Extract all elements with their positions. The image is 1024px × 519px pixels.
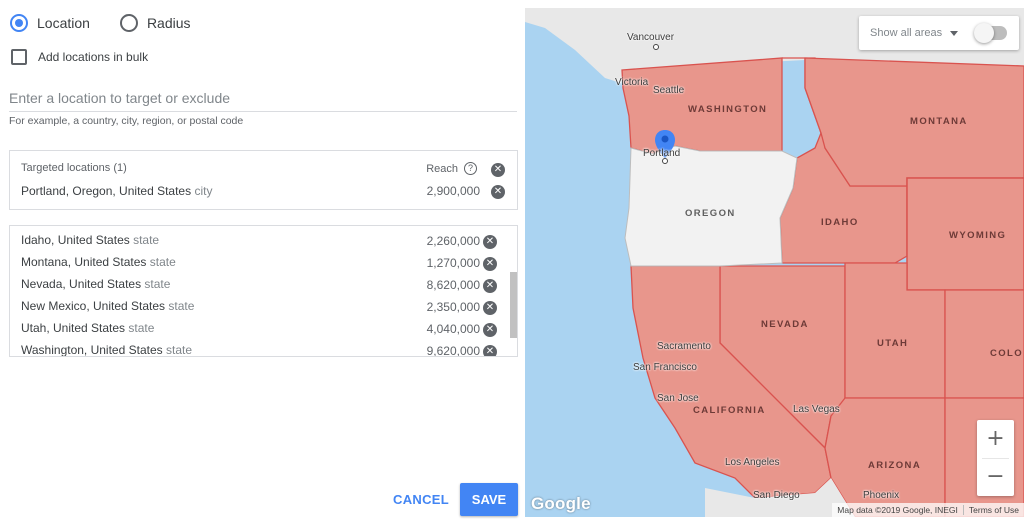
location-name: Montana, United States bbox=[21, 255, 147, 269]
excluded-location-row: New Mexico, United States state bbox=[21, 299, 194, 313]
excluded-location-row: Utah, United States state bbox=[21, 321, 154, 335]
bulk-add-row: Add locations in bulk bbox=[11, 49, 148, 65]
bulk-add-label[interactable]: Add locations in bulk bbox=[38, 50, 148, 64]
map-canvas bbox=[525, 8, 1024, 517]
location-type: state bbox=[149, 255, 176, 269]
excluded-location-row: Montana, United States state bbox=[21, 255, 176, 269]
oregon-shape bbox=[624, 145, 798, 267]
reach-header: Reach ? bbox=[426, 162, 477, 175]
remove-location-icon[interactable]: ✕ bbox=[483, 323, 497, 337]
portland-pin-center bbox=[661, 135, 669, 143]
location-name: Idaho, United States bbox=[21, 233, 130, 247]
remove-location-icon[interactable]: ✕ bbox=[491, 185, 505, 199]
phoenix-label: Phoenix bbox=[863, 490, 900, 501]
reach-label: Reach bbox=[426, 162, 458, 175]
colorado-label: COLO bbox=[990, 348, 1024, 359]
remove-location-icon[interactable]: ✕ bbox=[483, 235, 497, 249]
location-search-input[interactable] bbox=[9, 84, 517, 112]
remove-location-icon[interactable]: ✕ bbox=[483, 301, 497, 315]
radius-radio-label[interactable]: Radius bbox=[147, 15, 191, 31]
victoria-label: Victoria bbox=[615, 77, 649, 88]
remove-location-icon[interactable]: ✕ bbox=[483, 257, 497, 271]
targeted-locations-header: Targeted locations (1) bbox=[21, 162, 127, 174]
montana-label: MONTANA bbox=[910, 116, 968, 127]
radius-radio[interactable] bbox=[119, 14, 138, 32]
location-reach: 8,620,000 bbox=[426, 278, 480, 292]
location-name: Nevada, United States bbox=[21, 277, 142, 291]
san-jose-label: San Jose bbox=[657, 393, 699, 404]
location-type: state bbox=[144, 277, 171, 291]
google-logo[interactable]: Google bbox=[531, 494, 591, 514]
target-mode-group: Location Radius bbox=[10, 14, 221, 32]
zoom-out-button[interactable]: − bbox=[977, 458, 1014, 496]
location-reach: 2,350,000 bbox=[426, 300, 480, 314]
excluded-location-row: Idaho, United States state bbox=[21, 233, 159, 247]
location-reach: 1,270,000 bbox=[426, 256, 480, 270]
excluded-list-scrollbar[interactable] bbox=[510, 272, 517, 338]
caret-down-icon[interactable] bbox=[950, 30, 959, 36]
location-reach: 9,620,000 bbox=[426, 344, 480, 357]
california-label: CALIFORNIA bbox=[693, 405, 766, 416]
sacramento-label: Sacramento bbox=[657, 341, 711, 352]
terms-of-use-link[interactable]: Terms of Use bbox=[964, 505, 1024, 515]
location-search-hint: For example, a country, city, region, or… bbox=[9, 115, 244, 127]
help-icon[interactable]: ? bbox=[464, 162, 477, 175]
remove-location-icon[interactable]: ✕ bbox=[483, 279, 497, 293]
save-button[interactable]: SAVE bbox=[460, 483, 518, 516]
show-all-areas-control[interactable]: Show all areas bbox=[859, 16, 1019, 50]
location-reach: 2,900,000 bbox=[426, 184, 480, 198]
location-type: state bbox=[165, 343, 192, 357]
san-diego-label: San Diego bbox=[753, 490, 800, 501]
location-radio[interactable] bbox=[10, 14, 28, 32]
location-reach: 2,260,000 bbox=[426, 234, 480, 248]
location-targeting-panel: Location Radius Add locations in bulk Fo… bbox=[0, 0, 525, 519]
colorado-shape bbox=[944, 289, 1024, 399]
zoom-in-button[interactable]: + bbox=[977, 420, 1014, 458]
location-reach: 4,040,000 bbox=[426, 322, 480, 336]
washington-label: WASHINGTON bbox=[688, 104, 768, 115]
remove-all-targeted-icon[interactable]: ✕ bbox=[491, 163, 505, 177]
location-name: Washington, United States bbox=[21, 343, 163, 357]
wyoming-label: WYOMING bbox=[949, 230, 1007, 241]
location-type: city bbox=[194, 184, 213, 198]
map-attribution: Map data ©2019 Google, INEGI Terms of Us… bbox=[832, 503, 1024, 517]
las-vegas-label: Las Vegas bbox=[793, 404, 840, 415]
location-radio-label[interactable]: Location bbox=[37, 15, 90, 31]
san-francisco-label: San Francisco bbox=[633, 362, 697, 373]
map-view[interactable]: WASHINGTON OREGON IDAHO MONTANA WYOMING … bbox=[525, 8, 1024, 517]
location-name: Utah, United States bbox=[21, 321, 126, 335]
excluded-location-row: Nevada, United States state bbox=[21, 277, 170, 291]
nevada-label: NEVADA bbox=[761, 319, 809, 330]
remove-location-icon[interactable]: ✕ bbox=[483, 345, 497, 356]
location-name: New Mexico, United States bbox=[21, 299, 166, 313]
vancouver-label: Vancouver bbox=[627, 32, 675, 43]
vancouver-dot bbox=[653, 44, 659, 50]
targeted-locations-box: Targeted locations (1) Reach ? ✕ Portlan… bbox=[9, 150, 518, 210]
utah-label: UTAH bbox=[877, 338, 909, 349]
excluded-location-row: Washington, United States state bbox=[21, 343, 192, 357]
location-type: state bbox=[168, 299, 195, 313]
idaho-label: IDAHO bbox=[821, 217, 859, 228]
portland-label: Portland bbox=[643, 148, 681, 159]
show-all-areas-label[interactable]: Show all areas bbox=[870, 27, 942, 39]
cancel-button[interactable]: CANCEL bbox=[390, 485, 452, 513]
zoom-control: + − bbox=[977, 420, 1014, 496]
los-angeles-label: Los Angeles bbox=[725, 457, 780, 468]
excluded-locations-box: Idaho, United States state 2,260,000 ✕ M… bbox=[9, 225, 518, 357]
location-name: Portland, Oregon, United States bbox=[21, 184, 192, 198]
seattle-label: Seattle bbox=[653, 85, 685, 96]
targeted-location-row: Portland, Oregon, United States city bbox=[21, 184, 212, 198]
arizona-label: ARIZONA bbox=[868, 460, 922, 471]
location-type: state bbox=[128, 321, 155, 335]
bulk-add-checkbox[interactable] bbox=[11, 49, 27, 65]
toggle-knob bbox=[974, 23, 995, 43]
show-all-areas-toggle[interactable] bbox=[974, 23, 1008, 43]
map-data-attribution: Map data ©2019 Google, INEGI bbox=[837, 505, 958, 515]
location-type: state bbox=[133, 233, 160, 247]
oregon-label: OREGON bbox=[685, 208, 736, 219]
